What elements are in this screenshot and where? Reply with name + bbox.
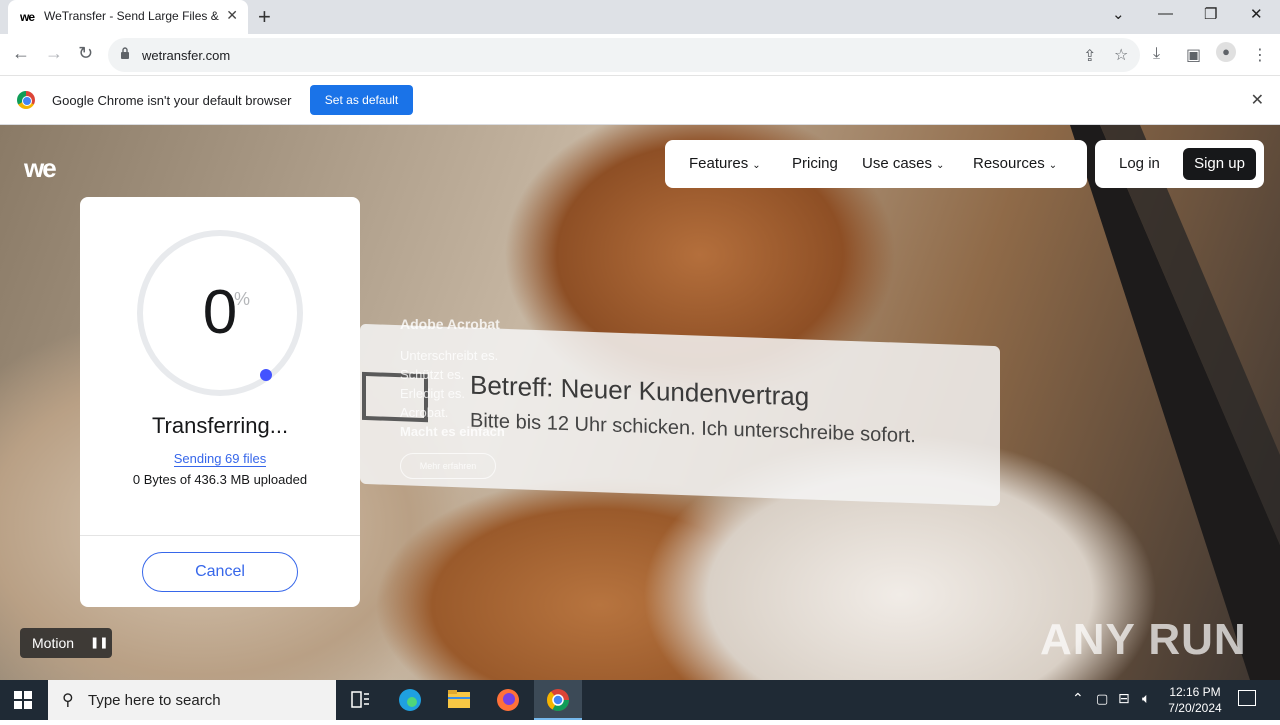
tray-chevron-up-icon[interactable]: ⌃ — [1072, 690, 1084, 707]
nav-pricing[interactable]: Pricing — [792, 155, 838, 172]
edge-icon[interactable] — [386, 680, 434, 720]
back-arrow-icon[interactable]: ← — [12, 43, 30, 64]
windows-taskbar: ⚲ Type here to search ⌃ ▢ ⊟ 🔈︎ 12:16 PM … — [0, 680, 1280, 720]
pause-icon: ❚❚ — [90, 637, 109, 649]
lock-icon — [121, 47, 129, 59]
wetransfer-favicon-icon: we — [20, 10, 35, 24]
nav-features[interactable]: Features ⌄ — [689, 155, 761, 172]
ad-line: Macht es einfach — [400, 424, 505, 439]
set-as-default-button[interactable]: Set as default — [310, 85, 413, 115]
chrome-logo-icon — [17, 91, 35, 109]
login-link[interactable]: Log in — [1119, 155, 1160, 172]
nav-features-label: Features — [689, 155, 749, 172]
chevron-down-icon: ⌄ — [752, 160, 761, 171]
default-browser-infobar: Google Chrome isn't your default browser… — [0, 76, 1280, 125]
search-icon: ⚲ — [62, 692, 74, 709]
nav-resources[interactable]: Resources ⌄ — [973, 155, 1057, 172]
ad-cta-button[interactable]: Mehr erfahren — [400, 453, 496, 479]
upload-progress-text: 0 Bytes of 436.3 MB uploaded — [132, 472, 308, 487]
device-icon[interactable]: ▢ — [1096, 691, 1108, 707]
notification-icon[interactable] — [1238, 690, 1256, 706]
infobar-close-icon[interactable]: ✕ — [1251, 90, 1264, 110]
nav-use-cases[interactable]: Use cases ⌄ — [862, 155, 944, 172]
auth-box: Log in Sign up — [1095, 140, 1264, 188]
minimize-icon[interactable]: — — [1158, 5, 1173, 22]
tab-title: WeTransfer - Send Large Files & Share Ph… — [44, 9, 220, 23]
progress-percent: 0 — [202, 278, 238, 347]
download-icon[interactable]: ⤓ — [1153, 45, 1160, 63]
close-tab-icon[interactable]: ✕ — [226, 7, 238, 24]
nav-resources-label: Resources — [973, 155, 1045, 172]
browser-toolbar: ← → ↻ wetransfer.com ⇪ ☆ ⤓ ▣ ● ⋮ — [0, 34, 1280, 76]
browser-tab[interactable]: we WeTransfer - Send Large Files & Share… — [8, 0, 248, 34]
ad-line: Acrobat. — [400, 405, 449, 420]
ad-text: Adobe Acrobat Unterschreibt es. Schützt … — [400, 315, 520, 479]
profile-avatar-icon[interactable]: ● — [1216, 42, 1236, 62]
chevron-down-icon: ⌄ — [936, 160, 945, 171]
sending-files-label: Sending 69 files — [173, 451, 267, 467]
chrome-taskbar-icon[interactable] — [534, 680, 582, 720]
side-panel-icon[interactable]: ▣ — [1186, 45, 1201, 65]
ad-line: Erledigt es. — [400, 386, 466, 401]
clock-date: 7/20/2024 — [1168, 701, 1222, 715]
cancel-button[interactable]: Cancel — [142, 552, 298, 592]
motion-toggle[interactable]: Motion ❚❚ — [20, 628, 112, 658]
taskbar-search-box[interactable]: ⚲ Type here to search — [48, 680, 336, 720]
motion-label: Motion — [32, 635, 75, 651]
nav-pricing-label: Pricing — [792, 155, 838, 172]
email-subject: Betreff: Neuer Kundenvertrag — [470, 369, 810, 412]
nav-use-cases-label: Use cases — [862, 155, 933, 172]
tab-strip: we WeTransfer - Send Large Files & Share… — [0, 0, 1280, 34]
windows-start-icon[interactable] — [14, 691, 32, 709]
main-nav: Features ⌄ Pricing Use cases ⌄ Resources ⌄ — [665, 140, 1087, 188]
wetransfer-logo[interactable]: we — [24, 153, 57, 184]
new-tab-icon[interactable]: + — [258, 4, 271, 30]
ad-brand: Adobe Acrobat — [400, 316, 500, 332]
clock-time: 12:16 PM — [1169, 685, 1221, 699]
transfer-status: Transferring... — [151, 413, 289, 438]
tab-search-chevron-icon[interactable]: ⌄ — [1112, 5, 1125, 23]
volume-icon[interactable]: 🔈︎ — [1142, 690, 1150, 707]
address-bar[interactable]: wetransfer.com ⇪ ☆ — [108, 38, 1140, 72]
infobar-message: Google Chrome isn't your default browser — [52, 93, 292, 108]
card-divider — [80, 535, 360, 536]
taskbar-clock[interactable]: 12:16 PM 7/20/2024 — [1165, 684, 1225, 716]
search-placeholder: Type here to search — [88, 692, 221, 709]
signup-button[interactable]: Sign up — [1183, 148, 1256, 180]
page-content: Betreff: Neuer Kundenvertrag Bitte bis 1… — [0, 125, 1280, 680]
restore-icon[interactable]: ❐ — [1204, 5, 1217, 23]
forward-arrow-icon[interactable]: → — [45, 43, 63, 64]
progress-dot — [260, 369, 272, 381]
chevron-down-icon: ⌄ — [1048, 160, 1058, 171]
bookmark-star-icon[interactable]: ☆ — [1114, 45, 1128, 65]
firefox-icon[interactable] — [484, 680, 532, 720]
anyrun-watermark: ANY RUN — [1040, 615, 1247, 664]
email-body: Bitte bis 12 Uhr schicken. Ich unterschr… — [470, 409, 916, 448]
percent-sign: % — [234, 289, 251, 309]
menu-kebab-icon[interactable]: ⋮ — [1252, 45, 1268, 65]
close-window-icon[interactable]: ✕ — [1250, 5, 1263, 23]
reload-icon[interactable]: ↻ — [78, 43, 93, 64]
laptop-screen-edge — [1070, 125, 1280, 680]
sending-files-link[interactable]: Sending 69 files — [80, 451, 360, 467]
ad-line: Schützt es. — [400, 367, 465, 382]
url-text: wetransfer.com — [142, 48, 231, 63]
task-view-icon[interactable] — [336, 680, 384, 720]
transfer-card: 0 % Transferring... Sending 69 files 0 B… — [80, 197, 360, 607]
ad-line: Unterschreibt es. — [400, 348, 499, 363]
network-icon[interactable]: ⊟ — [1118, 690, 1130, 707]
file-explorer-icon[interactable] — [435, 680, 483, 720]
share-icon[interactable]: ⇪ — [1083, 46, 1096, 66]
